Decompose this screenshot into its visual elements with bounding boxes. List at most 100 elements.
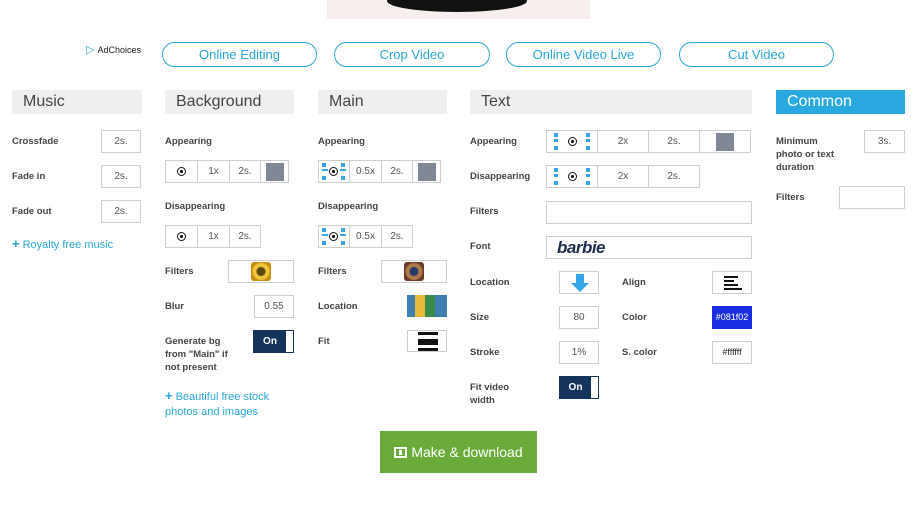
generate-bg-line3: not present <box>165 362 217 373</box>
generate-bg-label: Generate bg from "Main" if not present <box>165 335 228 374</box>
blur-label: Blur <box>165 301 184 312</box>
fadeout-label: Fade out <box>12 206 52 217</box>
common-filters-select[interactable] <box>839 186 905 209</box>
font-select[interactable]: barbie <box>546 236 752 259</box>
text-disappearing-label: Disappearing <box>470 171 531 182</box>
arrow-down-icon <box>571 274 589 292</box>
generate-bg-line1: Generate bg <box>165 336 221 347</box>
music-heading: Music <box>12 90 142 114</box>
main-appearing-speed[interactable]: 0.5x <box>349 160 382 183</box>
fadein-input[interactable]: 2s. <box>101 165 141 188</box>
common-filters-label: Filters <box>776 192 805 203</box>
main-filters-select[interactable] <box>381 260 447 283</box>
min-duration-input[interactable]: 3s. <box>864 130 905 153</box>
align-select[interactable] <box>712 271 752 294</box>
filter-thumbnail-icon <box>404 262 424 281</box>
color-swatch <box>417 162 436 181</box>
color-swatch <box>716 132 734 151</box>
pill-online-video-live[interactable]: Online Video Live <box>506 42 661 67</box>
main-heading: Main <box>318 90 447 114</box>
text-disappearing-time[interactable]: 2s. <box>648 165 700 188</box>
size-label: Size <box>470 312 490 323</box>
generate-bg-toggle[interactable]: On <box>253 330 294 353</box>
bg-filters-label: Filters <box>165 266 194 277</box>
bg-disappearing-effect[interactable] <box>165 225 198 248</box>
main-appearing-effect[interactable] <box>318 160 350 183</box>
generate-bg-line2: from "Main" if <box>165 349 228 360</box>
main-filters-label: Filters <box>318 266 347 277</box>
stroke-input[interactable]: 1% <box>559 341 599 364</box>
text-appearing-speed[interactable]: 2x <box>597 130 649 153</box>
text-effect-icon <box>548 165 596 188</box>
align-left-icon <box>724 276 742 290</box>
main-fit-label: Fit <box>318 336 330 347</box>
text-appearing-label: Appearing <box>470 136 517 147</box>
stroke-label: Stroke <box>470 347 500 358</box>
toggle-knob <box>591 377 598 398</box>
pill-online-editing[interactable]: Online Editing <box>162 42 317 67</box>
bg-disappearing-speed[interactable]: 1x <box>197 225 230 248</box>
text-appearing-time[interactable]: 2s. <box>648 130 700 153</box>
bg-appearing-speed[interactable]: 1x <box>197 160 230 183</box>
stock-photos-link[interactable]: + Beautiful free stock photos and images <box>165 388 269 420</box>
main-disappearing-time[interactable]: 2s. <box>381 225 413 248</box>
color-input[interactable]: #081f02 <box>712 306 752 329</box>
bg-appearing-group: 1x 2s. <box>165 160 289 183</box>
adchoices-link[interactable]: ▷ AdChoices <box>86 43 141 56</box>
main-disappearing-speed[interactable]: 0.5x <box>349 225 382 248</box>
stock-photos-line2: photos and images <box>165 406 258 418</box>
text-appearing-color[interactable] <box>699 130 751 153</box>
stock-photos-line1: Beautiful free stock <box>175 391 270 403</box>
text-heading: Text <box>470 90 752 114</box>
main-location-select[interactable] <box>407 295 447 317</box>
pill-crop-video[interactable]: Crop Video <box>334 42 490 67</box>
bg-disappearing-time[interactable]: 2s. <box>229 225 261 248</box>
fit-video-toggle[interactable]: On <box>559 376 599 399</box>
make-download-button[interactable]: Make & download <box>380 431 537 473</box>
bg-appearing-time[interactable]: 2s. <box>229 160 261 183</box>
background-heading: Background <box>165 90 294 114</box>
pill-cut-video[interactable]: Cut Video <box>679 42 834 67</box>
main-disappearing-label: Disappearing <box>318 201 379 212</box>
filter-thumbnail-icon <box>251 262 271 281</box>
main-disappearing-effect[interactable] <box>318 225 350 248</box>
text-disappearing-group: 2x 2s. <box>546 165 700 188</box>
min-duration-line3: duration <box>776 162 814 173</box>
bg-disappearing-group: 1x 2s. <box>165 225 261 248</box>
bg-appearing-color[interactable] <box>260 160 289 183</box>
fit-video-toggle-label: On <box>560 377 591 398</box>
text-appearing-group: 2x 2s. <box>546 130 751 153</box>
main-appearing-group: 0.5x 2s. <box>318 160 441 183</box>
min-duration-line1: Minimum <box>776 136 818 147</box>
royalty-music-link[interactable]: + Royalty free music <box>12 236 113 253</box>
fit-video-line2: width <box>470 395 495 406</box>
min-duration-line2: photo or text <box>776 149 835 160</box>
blur-input[interactable]: 0.55 <box>254 295 294 318</box>
location-thumbnail-icon <box>407 295 447 317</box>
bg-appearing-effect[interactable] <box>165 160 198 183</box>
zoom-effect-icon <box>319 160 349 183</box>
fadeout-input[interactable]: 2s. <box>101 200 141 223</box>
bg-appearing-label: Appearing <box>165 136 212 147</box>
text-disappearing-speed[interactable]: 2x <box>597 165 649 188</box>
toggle-knob <box>286 331 293 352</box>
text-disappearing-effect[interactable] <box>546 165 598 188</box>
generate-bg-toggle-label: On <box>254 331 286 352</box>
text-location-select[interactable] <box>559 271 599 294</box>
crossfade-input[interactable]: 2s. <box>101 130 141 153</box>
main-appearing-time[interactable]: 2s. <box>381 160 413 183</box>
scolor-input[interactable]: #ffffff <box>712 341 752 364</box>
text-filters-input[interactable] <box>546 201 752 224</box>
main-fit-select[interactable] <box>407 330 447 352</box>
text-location-label: Location <box>470 277 510 288</box>
text-appearing-effect[interactable] <box>546 130 598 153</box>
color-swatch <box>265 162 284 181</box>
bg-filters-select[interactable] <box>228 260 294 283</box>
size-input[interactable]: 80 <box>559 306 599 329</box>
adchoices-icon: ▷ <box>86 44 95 56</box>
plus-icon: + <box>12 236 20 251</box>
adchoices-label: AdChoices <box>97 44 141 55</box>
scolor-label: S. color <box>622 347 657 358</box>
main-appearing-color[interactable] <box>412 160 441 183</box>
top-ad-image <box>327 0 590 19</box>
